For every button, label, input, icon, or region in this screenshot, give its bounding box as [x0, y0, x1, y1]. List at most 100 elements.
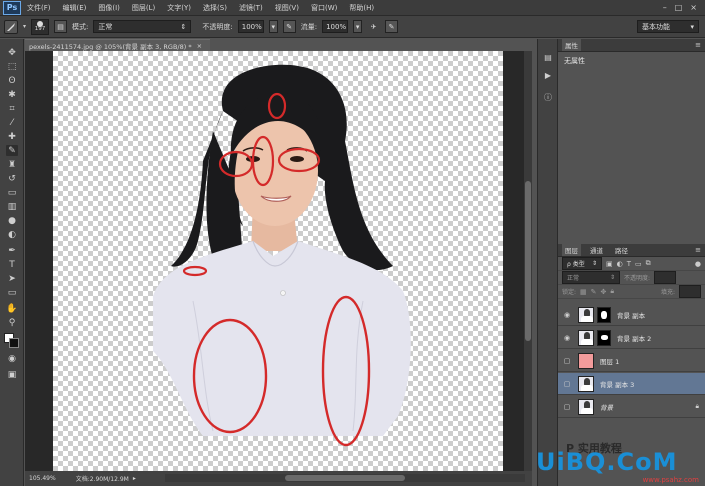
menu-edit[interactable]: 编辑(E) — [57, 3, 93, 13]
gradient-tool-icon[interactable]: ▥ — [6, 201, 18, 212]
blend-mode-dropdown[interactable]: 正常 ⇕ — [562, 271, 620, 284]
fill-input[interactable] — [679, 285, 701, 298]
crop-tool-icon[interactable]: ⌗ — [6, 103, 18, 114]
horizontal-scrollbar[interactable] — [165, 474, 525, 482]
visibility-empty-box[interactable]: ▢ — [562, 403, 572, 411]
lock-transparent-icon[interactable]: ▦ — [580, 288, 587, 296]
minimize-button[interactable]: – — [663, 3, 667, 12]
menu-filter[interactable]: 滤镜(T) — [233, 3, 269, 13]
menu-layer[interactable]: 图层(L) — [126, 3, 161, 13]
filter-shape-icon[interactable]: ▭ — [635, 260, 642, 268]
layer-row-layer-1[interactable]: ▢ 图层 1 — [558, 350, 705, 372]
eraser-tool-icon[interactable]: ▭ — [6, 187, 18, 198]
brush-panel-toggle-button[interactable]: ▤ — [54, 20, 68, 33]
visibility-empty-box[interactable]: ▢ — [562, 357, 572, 365]
layer-mask-thumbnail[interactable] — [597, 306, 611, 323]
blur-tool-icon[interactable]: ● — [6, 215, 18, 226]
layer-filter-dropdown[interactable]: ρ 类型 ⇕ — [562, 257, 602, 270]
chevron-right-icon[interactable]: ▸ — [133, 475, 136, 482]
zoom-tool-icon[interactable]: ⚲ — [6, 317, 18, 328]
visibility-empty-box[interactable]: ▢ — [562, 380, 572, 388]
horizontal-scrollbar-thumb[interactable] — [285, 475, 405, 481]
marquee-tool-icon[interactable]: ⬚ — [6, 61, 18, 72]
panel-menu-icon[interactable]: ≡ — [695, 246, 701, 254]
shape-tool-icon[interactable]: ▭ — [6, 287, 18, 298]
lock-position-icon[interactable]: ✥ — [601, 288, 607, 296]
chevron-down-icon: ⇕ — [609, 274, 615, 281]
dodge-tool-icon[interactable]: ◐ — [6, 229, 18, 240]
options-bar: ▾ 197 ▤ 模式: 正常 ⇕ 不透明度: 100% ▾ ✎ 流量: 100%… — [0, 16, 705, 38]
layer-opacity-input[interactable] — [654, 271, 677, 284]
chevron-down-icon[interactable]: ▾ — [23, 23, 26, 30]
filter-toggle-icon[interactable]: ● — [695, 260, 701, 268]
layer-row-background[interactable]: ▢ 背景 🔒︎ — [558, 396, 705, 418]
actions-panel-icon[interactable]: ▶ — [542, 69, 554, 81]
pen-tool-icon[interactable]: ✒ — [6, 245, 18, 256]
menu-file[interactable]: 文件(F) — [21, 3, 57, 13]
close-button[interactable]: × — [690, 3, 697, 12]
layer-name: 图层 1 — [600, 357, 620, 366]
canvas-area[interactable] — [25, 51, 532, 471]
flow-dropdown-button[interactable]: ▾ — [353, 20, 363, 33]
move-tool-icon[interactable]: ✥ — [6, 47, 18, 58]
document-tab[interactable]: pexels-2411574.jpg @ 105%(背景 副本 3, RGB/8… — [25, 39, 210, 51]
vertical-scrollbar-thumb[interactable] — [525, 181, 531, 341]
screen-mode-icon[interactable]: ▣ — [6, 369, 18, 380]
brush-tool-preset-icon[interactable] — [4, 19, 18, 34]
workspace-dropdown[interactable]: 基本功能 ▾ — [637, 20, 699, 33]
airbrush-icon[interactable]: ✈ — [367, 20, 380, 33]
tab-properties[interactable]: 属性 — [562, 39, 581, 51]
tab-channels[interactable]: 通道 — [587, 244, 606, 256]
menu-window[interactable]: 窗口(W) — [305, 3, 343, 13]
healing-brush-tool-icon[interactable]: ✚ — [6, 131, 18, 142]
quick-selection-tool-icon[interactable]: ✱ — [6, 89, 18, 100]
opacity-input[interactable]: 100% — [237, 20, 264, 33]
background-color-swatch[interactable] — [9, 338, 19, 348]
visibility-eye-icon[interactable]: ◉ — [562, 334, 572, 342]
brush-tool-icon[interactable]: ✎ — [6, 145, 18, 156]
close-icon[interactable]: × — [197, 42, 202, 50]
path-selection-tool-icon[interactable]: ➤ — [6, 273, 18, 284]
zoom-level[interactable]: 105.49% — [29, 475, 56, 482]
filter-adjustment-icon[interactable]: ◐ — [617, 260, 623, 268]
vertical-scrollbar[interactable] — [524, 51, 532, 471]
eyedropper-tool-icon[interactable]: ⁄ — [6, 117, 18, 128]
photoshop-logo: Ps — [3, 0, 21, 15]
flow-input[interactable]: 100% — [322, 20, 349, 33]
filter-smart-object-icon[interactable]: ⧉ — [646, 259, 651, 268]
filter-pixel-icon[interactable]: ▣ — [606, 260, 613, 268]
tab-paths[interactable]: 路径 — [612, 244, 631, 256]
clone-stamp-tool-icon[interactable]: ♜ — [6, 159, 18, 170]
maximize-button[interactable]: □ — [675, 3, 683, 12]
history-panel-icon[interactable]: ▤ — [542, 51, 554, 63]
filter-type-icon[interactable]: T — [627, 260, 631, 268]
pressure-opacity-icon[interactable]: ✎ — [282, 20, 296, 33]
info-panel-icon[interactable]: ⓘ — [542, 91, 554, 103]
lock-pixels-icon[interactable]: ✎ — [591, 288, 597, 296]
document-canvas[interactable] — [53, 51, 503, 471]
menu-type[interactable]: 文字(Y) — [161, 3, 197, 13]
visibility-eye-icon[interactable]: ◉ — [562, 311, 572, 319]
menu-select[interactable]: 选择(S) — [197, 3, 233, 13]
layer-row-bg-copy[interactable]: ◉ 背景 副本 — [558, 304, 705, 326]
tab-layers[interactable]: 图层 — [562, 244, 581, 256]
layer-row-bg-copy-3[interactable]: ▢ 背景 副本 3 — [558, 373, 705, 395]
opacity-dropdown-button[interactable]: ▾ — [268, 20, 278, 33]
lock-all-icon[interactable]: 🔒︎ — [610, 287, 614, 296]
quick-mask-icon[interactable]: ◉ — [6, 353, 18, 364]
layer-mask-thumbnail[interactable] — [597, 329, 611, 346]
menu-view[interactable]: 视图(V) — [269, 3, 305, 13]
mode-dropdown[interactable]: 正常 ⇕ — [93, 20, 192, 33]
panel-menu-icon[interactable]: ≡ — [695, 41, 701, 49]
brush-size-value: 197 — [34, 25, 46, 32]
hand-tool-icon[interactable]: ✋ — [6, 303, 18, 314]
lasso-tool-icon[interactable]: ʘ — [6, 75, 18, 86]
menu-image[interactable]: 图像(I) — [92, 3, 126, 13]
type-tool-icon[interactable]: T — [6, 259, 18, 270]
brush-size-picker[interactable]: 197 — [31, 18, 50, 35]
layer-row-bg-copy-2[interactable]: ◉ 背景 副本 2 — [558, 327, 705, 349]
menu-help[interactable]: 帮助(H) — [343, 3, 380, 13]
history-brush-tool-icon[interactable]: ↺ — [6, 173, 18, 184]
pressure-size-icon[interactable]: ✎ — [385, 20, 399, 33]
document-tab-title: pexels-2411574.jpg @ 105%(背景 副本 3, RGB/8… — [29, 42, 192, 51]
